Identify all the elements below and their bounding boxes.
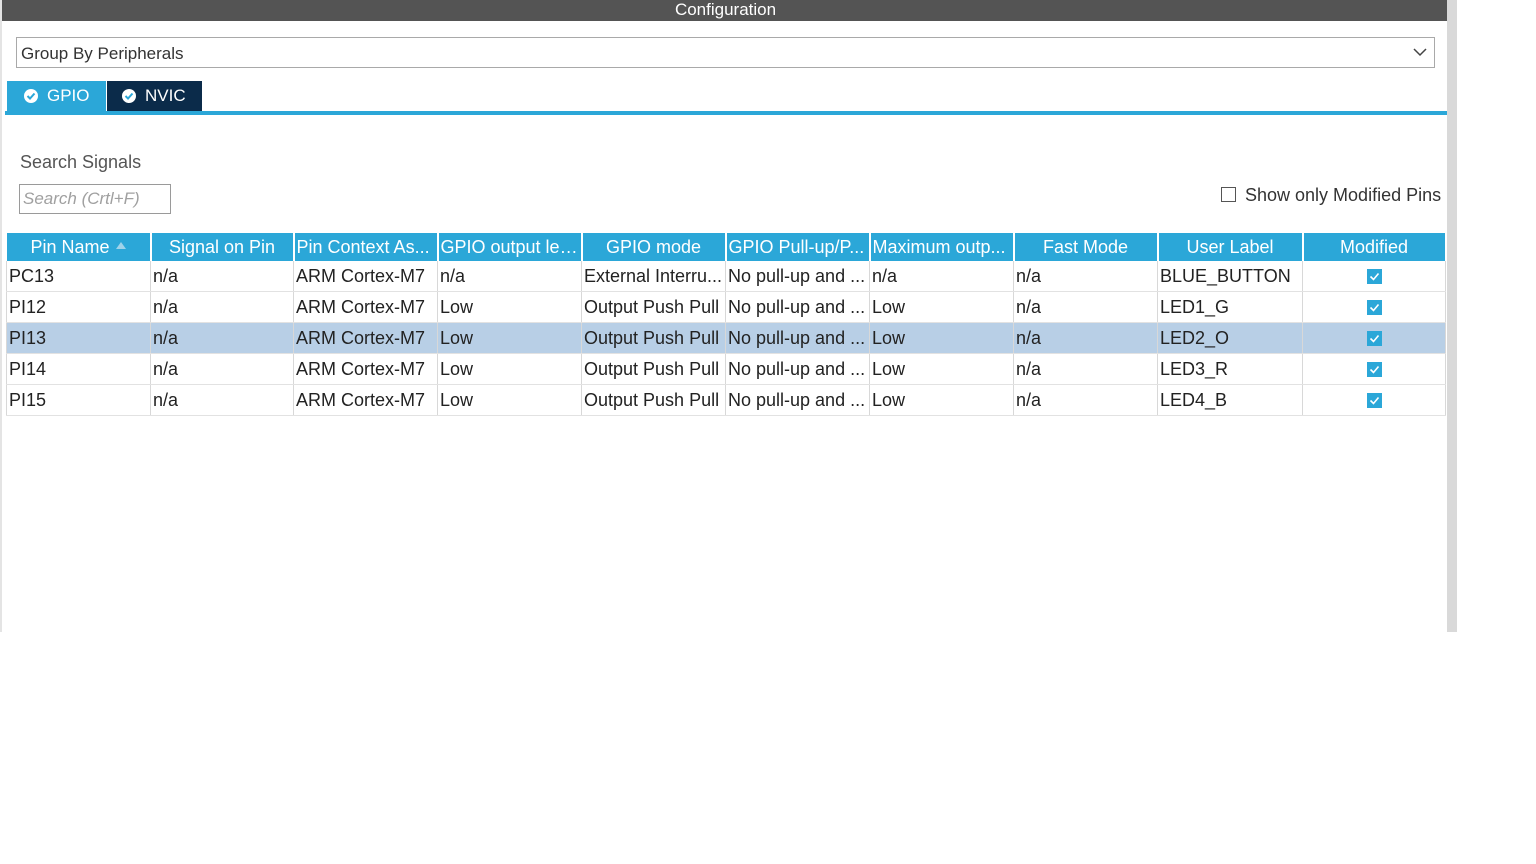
checkbox-checked-icon: [1366, 300, 1382, 316]
cell-modified: [1302, 261, 1446, 292]
table-row[interactable]: PI13 n/a ARM Cortex-M7 Low Output Push P…: [6, 322, 1446, 354]
panel-scrollbar[interactable]: [1447, 0, 1457, 632]
checkbox-checked-icon: [1366, 393, 1382, 409]
tab-label: GPIO: [47, 86, 90, 105]
tab-gpio[interactable]: GPIO: [7, 81, 106, 111]
cell-pull: No pull-up and ...: [725, 384, 870, 416]
column-header[interactable]: GPIO mode: [581, 233, 727, 261]
cell-modified: [1302, 353, 1446, 385]
cell-signal: n/a: [150, 384, 294, 416]
cell-max-output: Low: [869, 353, 1014, 385]
cell-context: ARM Cortex-M7: [293, 384, 438, 416]
cell-signal: n/a: [150, 322, 294, 354]
cell-fast-mode: n/a: [1013, 353, 1158, 385]
cell-modified: [1302, 322, 1446, 354]
cell-max-output: Low: [869, 384, 1014, 416]
cell-signal: n/a: [150, 261, 294, 292]
cell-user-label: LED3_R: [1157, 353, 1303, 385]
tab-label: NVIC: [145, 86, 186, 105]
group-by-value: Group By Peripherals: [21, 44, 184, 63]
check-circle-icon: [122, 89, 136, 103]
cell-signal: n/a: [150, 353, 294, 385]
tab-underline: [5, 111, 1448, 115]
cell-user-label: LED2_O: [1157, 322, 1303, 354]
cell-signal: n/a: [150, 291, 294, 323]
column-header-label: Pin Name: [30, 236, 110, 257]
cell-max-output: Low: [869, 322, 1014, 354]
check-circle-icon: [24, 89, 38, 103]
table-row[interactable]: PI12 n/a ARM Cortex-M7 Low Output Push P…: [6, 291, 1446, 323]
checkbox-checked-icon: [1366, 362, 1382, 378]
cell-fast-mode: n/a: [1013, 322, 1158, 354]
cell-pull: No pull-up and ...: [725, 261, 870, 292]
cell-context: ARM Cortex-M7: [293, 261, 438, 292]
cell-output-level: Low: [437, 384, 582, 416]
cell-gpio-mode: Output Push Pull: [581, 353, 726, 385]
column-header[interactable]: Pin Name: [6, 233, 152, 261]
pin-configuration-table: Pin Name Signal on Pin Pin Context As...…: [6, 233, 1447, 416]
cell-context: ARM Cortex-M7: [293, 291, 438, 323]
cell-user-label: LED1_G: [1157, 291, 1303, 323]
search-signals-label: Search Signals: [20, 152, 142, 172]
cell-max-output: Low: [869, 291, 1014, 323]
column-header[interactable]: GPIO Pull-up/P...: [725, 233, 871, 261]
column-header[interactable]: Fast Mode: [1013, 233, 1159, 261]
cell-pull: No pull-up and ...: [725, 353, 870, 385]
cell-pin-name: PI14: [6, 353, 151, 385]
cell-gpio-mode: External Interru...: [581, 261, 726, 292]
cell-context: ARM Cortex-M7: [293, 353, 438, 385]
cell-gpio-mode: Output Push Pull: [581, 384, 726, 416]
cell-fast-mode: n/a: [1013, 291, 1158, 323]
show-modified-checkbox[interactable]: [1221, 187, 1236, 202]
column-header[interactable]: Pin Context As...: [293, 233, 439, 261]
table-row[interactable]: PI14 n/a ARM Cortex-M7 Low Output Push P…: [6, 353, 1446, 385]
cell-context: ARM Cortex-M7: [293, 322, 438, 354]
tab-nvic[interactable]: NVIC: [107, 81, 202, 111]
chevron-down-icon[interactable]: [1412, 44, 1428, 60]
cell-pull: No pull-up and ...: [725, 322, 870, 354]
cell-gpio-mode: Output Push Pull: [581, 322, 726, 354]
cell-output-level: Low: [437, 291, 582, 323]
cell-modified: [1302, 291, 1446, 323]
cell-user-label: LED4_B: [1157, 384, 1303, 416]
cell-pin-name: PI15: [6, 384, 151, 416]
configuration-panel: Configuration Group By Peripherals GPIO …: [0, 0, 1449, 632]
cell-fast-mode: n/a: [1013, 261, 1158, 292]
column-header[interactable]: Signal on Pin: [150, 233, 295, 261]
column-header[interactable]: Modified: [1302, 233, 1447, 261]
table-row[interactable]: PC13 n/a ARM Cortex-M7 n/a External Inte…: [6, 261, 1446, 292]
group-by-select[interactable]: Group By Peripherals: [16, 37, 1435, 68]
checkbox-checked-icon: [1366, 331, 1382, 347]
show-modified-label: Show only Modified Pins: [1245, 185, 1442, 205]
cell-user-label: BLUE_BUTTON: [1157, 261, 1303, 292]
cell-fast-mode: n/a: [1013, 384, 1158, 416]
cell-output-level: Low: [437, 353, 582, 385]
cell-pin-name: PC13: [6, 261, 151, 292]
cell-pin-name: PI13: [6, 322, 151, 354]
cell-output-level: Low: [437, 322, 582, 354]
cell-max-output: n/a: [869, 261, 1014, 292]
panel-title: Configuration: [2, 0, 1449, 21]
cell-gpio-mode: Output Push Pull: [581, 291, 726, 323]
column-header[interactable]: User Label: [1157, 233, 1304, 261]
checkbox-checked-icon: [1366, 269, 1382, 285]
cell-pull: No pull-up and ...: [725, 291, 870, 323]
cell-modified: [1302, 384, 1446, 416]
sort-up-icon: [115, 241, 126, 249]
table-header-row: Pin Name Signal on Pin Pin Context As...…: [6, 233, 1447, 261]
column-header[interactable]: GPIO output level: [437, 233, 583, 261]
cell-output-level: n/a: [437, 261, 582, 292]
table-row[interactable]: PI15 n/a ARM Cortex-M7 Low Output Push P…: [6, 384, 1446, 416]
column-header[interactable]: Maximum outp...: [869, 233, 1015, 261]
search-input[interactable]: [19, 184, 171, 214]
cell-pin-name: PI12: [6, 291, 151, 323]
